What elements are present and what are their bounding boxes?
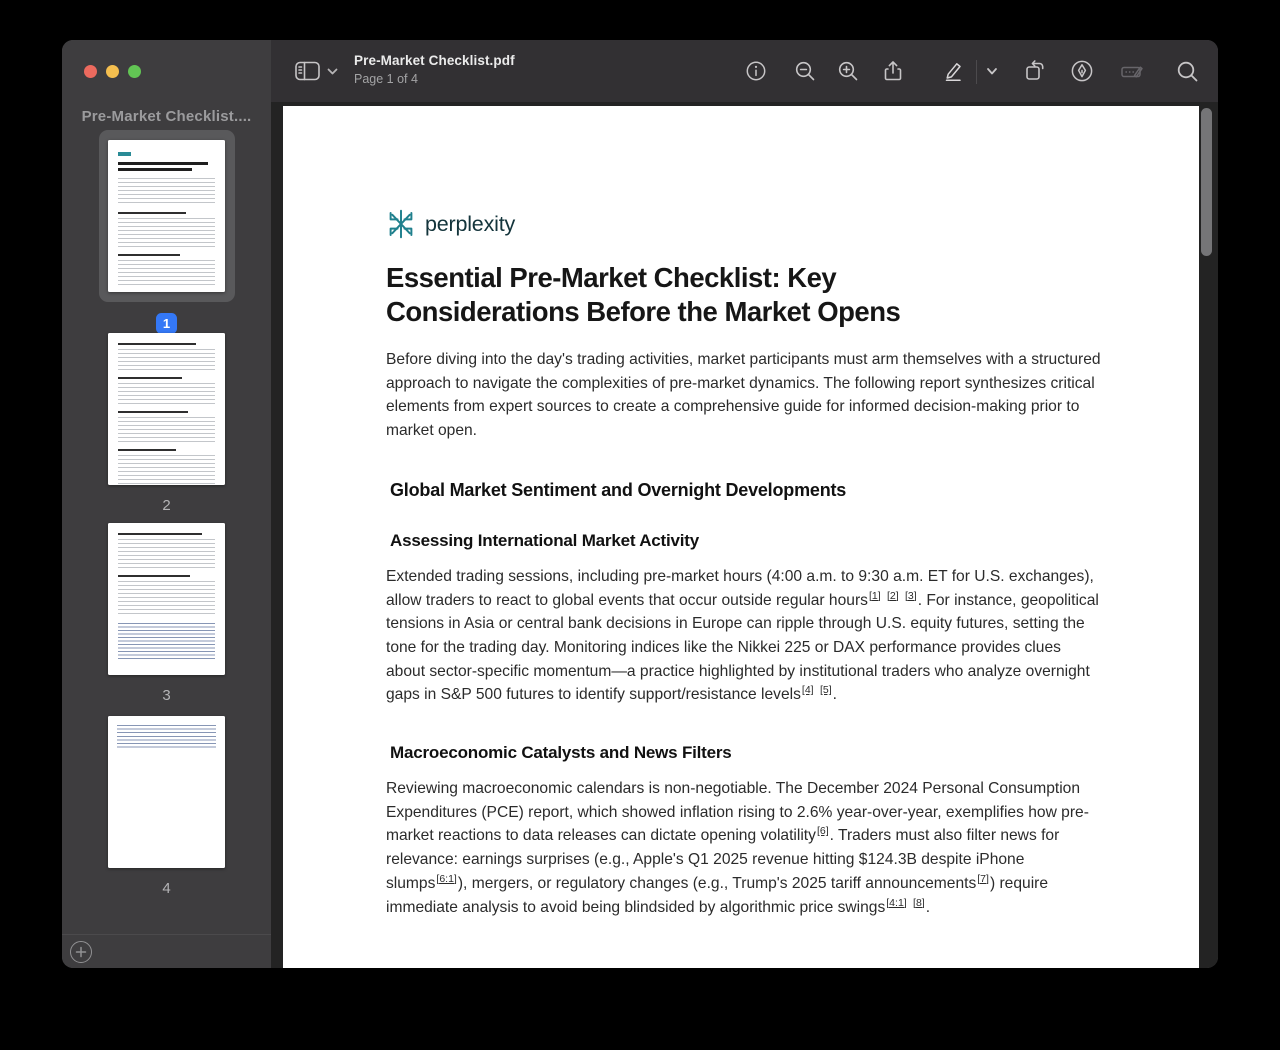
citation-link[interactable]: [4]: [802, 684, 814, 696]
search-icon[interactable]: [1173, 57, 1201, 85]
citation-link[interactable]: [3]: [905, 590, 917, 602]
page-thumbnail-2[interactable]: 2: [62, 333, 271, 514]
fill-and-sign-icon: [1118, 57, 1146, 85]
vertical-scrollbar[interactable]: [1201, 108, 1212, 256]
markup-pencil-icon[interactable]: [939, 57, 967, 85]
zoom-out-icon[interactable]: [791, 57, 819, 85]
page-number-label: 3: [162, 687, 171, 704]
thumbnail-page-preview[interactable]: [108, 140, 225, 292]
thumbnail-page-preview[interactable]: [108, 523, 225, 675]
document-body: perplexity Essential Pre-Market Checklis…: [386, 209, 1102, 955]
page-thumbnail-3[interactable]: 3: [62, 523, 271, 704]
pdf-page[interactable]: perplexity Essential Pre-Market Checklis…: [283, 106, 1199, 968]
citation-link[interactable]: [5]: [820, 684, 832, 696]
sidebar-footer-divider: [62, 934, 271, 935]
citation-link[interactable]: [1]: [869, 590, 881, 602]
selected-thumbnail-highlight: [98, 130, 235, 302]
citation-link[interactable]: [4:1]: [886, 897, 906, 909]
section-heading: Assessing International Market Activity: [390, 530, 699, 550]
page-status: Page 1 of 4: [354, 72, 418, 86]
preview-window: Pre-Market Checklist.... 1234 Pre-Market…: [62, 40, 1218, 968]
brand-name: perplexity: [425, 211, 516, 236]
citation-link[interactable]: [7]: [977, 873, 989, 885]
thumbnail-page-preview[interactable]: [108, 716, 225, 868]
toolbar: Pre-Market Checklist.pdf Page 1 of 4: [271, 40, 1218, 103]
citation-link[interactable]: [8]: [913, 897, 925, 909]
section-heading: Macroeconomic Catalysts and News Filters: [390, 743, 732, 763]
document-paragraph: Extended trading sessions, including pre…: [386, 567, 1099, 704]
document-blocks: Before diving into the day's trading act…: [386, 348, 1102, 919]
markup-chevron-icon[interactable]: [984, 57, 1000, 85]
citation-link[interactable]: [6]: [817, 825, 829, 837]
zoom-in-icon[interactable]: [834, 57, 862, 85]
toolbar-separator: [976, 60, 977, 84]
document-title: Pre-Market Checklist.pdf: [354, 53, 515, 68]
section-heading: Global Market Sentiment and Overnight De…: [390, 479, 847, 500]
pen-tool-icon[interactable]: [1068, 57, 1096, 85]
sidebar: Pre-Market Checklist.... 1234: [62, 40, 272, 968]
citation-link[interactable]: [2]: [887, 590, 899, 602]
info-icon[interactable]: [742, 57, 770, 85]
add-page-button[interactable]: [70, 941, 92, 963]
sidebar-options-chevron-icon[interactable]: [327, 68, 338, 76]
document-paragraph: Before diving into the day's trading act…: [386, 351, 1101, 440]
rotate-icon[interactable]: [1021, 57, 1049, 85]
document-paragraph: Reviewing macroeconomic calendars is non…: [386, 780, 1089, 916]
plus-circle-icon: [75, 946, 87, 958]
citation-link[interactable]: [6:1]: [436, 873, 456, 885]
brand-row: perplexity: [386, 209, 1102, 239]
page-thumbnail-list: 1 2 3 4: [62, 40, 271, 968]
sidebar-toggle-icon[interactable]: [294, 59, 321, 83]
page-thumbnail-4[interactable]: 4: [62, 716, 271, 897]
thumbnail-page-preview[interactable]: [108, 333, 225, 485]
document-title-block: Pre-Market Checklist.pdf Page 1 of 4: [354, 53, 515, 86]
share-icon[interactable]: [879, 57, 907, 85]
page-number-label: 4: [162, 880, 171, 897]
pdf-content-area: perplexity Essential Pre-Market Checklis…: [271, 102, 1218, 968]
current-page-badge: 1: [156, 313, 177, 334]
page-title: Essential Pre-Market Checklist: Key Cons…: [386, 262, 901, 327]
perplexity-logo-icon: [389, 209, 413, 239]
page-number-label: 2: [162, 497, 171, 514]
page-thumbnail-1[interactable]: 1: [62, 130, 271, 334]
